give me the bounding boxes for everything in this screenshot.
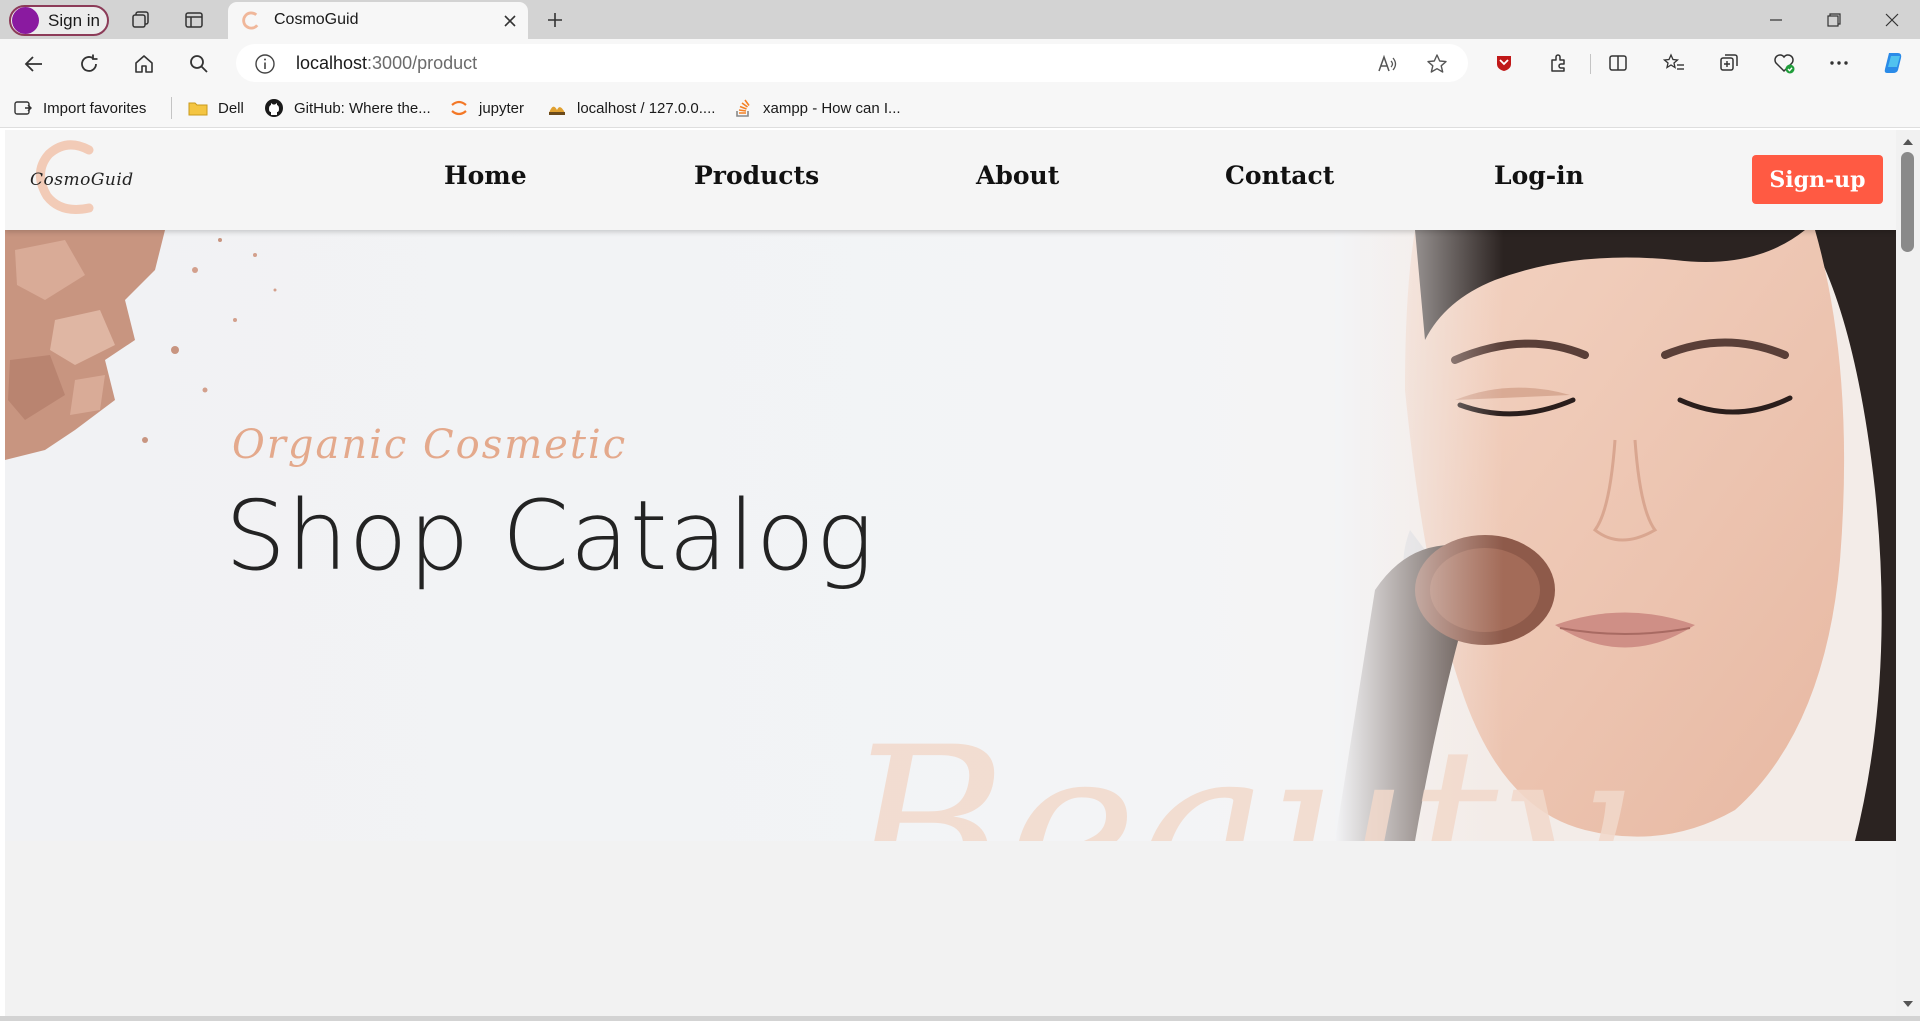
- phpmyadmin-icon: [547, 98, 567, 118]
- bookmark-jupyter[interactable]: jupyter: [449, 96, 524, 120]
- nav-about[interactable]: About: [976, 161, 1059, 190]
- logo-text: CosmoGuid: [30, 170, 134, 190]
- page-scrollbar[interactable]: [1896, 130, 1920, 1016]
- page-viewport: CosmoGuid Home Products About Contact Lo…: [5, 130, 1896, 1016]
- minimize-icon[interactable]: [1748, 0, 1804, 39]
- toolbar-separator: [1590, 54, 1591, 74]
- extensions-puzzle-icon[interactable]: [1545, 49, 1573, 77]
- bookmark-xampp[interactable]: xampp - How can I...: [733, 96, 901, 120]
- bookmark-label: Import favorites: [43, 99, 147, 117]
- hero-title: Shop Catalog: [225, 480, 875, 592]
- close-window-icon[interactable]: [1864, 0, 1920, 39]
- github-icon: [264, 98, 284, 118]
- bookmark-label: jupyter: [479, 99, 525, 117]
- nav-login[interactable]: Log-in: [1494, 161, 1584, 190]
- tab-bar: Sign in CosmoGuid: [0, 0, 1920, 39]
- import-icon: [13, 98, 33, 118]
- profile-label: Sign in: [48, 10, 100, 30]
- bookmark-label: GitHub: Where the...: [294, 99, 431, 117]
- search-icon[interactable]: [183, 48, 215, 80]
- cosmoguid-favicon-icon: [242, 11, 259, 30]
- scroll-thumb[interactable]: [1901, 152, 1914, 252]
- nav-products[interactable]: Products: [694, 161, 819, 190]
- hero-watermark: Beauty: [845, 700, 1623, 841]
- address-url[interactable]: localhost:3000/product: [296, 53, 477, 74]
- split-screen-icon[interactable]: [1604, 49, 1632, 77]
- reload-icon[interactable]: [73, 48, 105, 80]
- folder-icon: [188, 98, 208, 118]
- home-icon[interactable]: [128, 48, 160, 80]
- site-logo[interactable]: CosmoGuid: [27, 140, 133, 220]
- workspaces-icon[interactable]: [128, 7, 154, 33]
- page-body: [5, 841, 1896, 1016]
- address-host: localhost: [296, 53, 368, 73]
- close-tab-icon[interactable]: [498, 9, 522, 33]
- nav-contact[interactable]: Contact: [1225, 161, 1334, 190]
- back-arrow-icon[interactable]: [18, 48, 50, 80]
- bookmark-localhost[interactable]: localhost / 127.0.0....: [547, 96, 715, 120]
- read-aloud-icon[interactable]: [1374, 51, 1400, 77]
- address-path: :3000/product: [367, 53, 478, 73]
- active-tab[interactable]: CosmoGuid: [228, 2, 528, 39]
- bookmark-github[interactable]: GitHub: Where the...: [264, 96, 431, 120]
- stackoverflow-icon: [733, 98, 753, 118]
- tab-actions-icon[interactable]: [181, 7, 207, 33]
- bookmarks-separator: [171, 97, 172, 119]
- scroll-up-arrow-icon[interactable]: [1902, 136, 1914, 148]
- window-bottom-edge: [0, 1016, 1920, 1021]
- tab-title: CosmoGuid: [274, 11, 359, 28]
- profile-avatar-icon: [12, 7, 39, 34]
- new-tab-icon[interactable]: [541, 6, 568, 33]
- mcafee-extension-icon[interactable]: [1490, 49, 1518, 77]
- hero-kicker: Organic Cosmetic: [232, 422, 628, 468]
- bookmark-dell[interactable]: Dell: [188, 96, 244, 120]
- bookmark-label: Dell: [218, 99, 244, 117]
- browser-toolbar: localhost:3000/product: [0, 39, 1920, 88]
- site-header: CosmoGuid Home Products About Contact Lo…: [5, 130, 1896, 230]
- profile-button[interactable]: Sign in: [9, 5, 109, 36]
- address-bar[interactable]: localhost:3000/product: [236, 44, 1468, 82]
- collections-icon[interactable]: [1715, 49, 1743, 77]
- signup-button[interactable]: Sign-up: [1752, 155, 1883, 204]
- restore-icon[interactable]: [1806, 0, 1862, 39]
- nav-home[interactable]: Home: [444, 161, 527, 190]
- site-info-icon[interactable]: [254, 53, 276, 75]
- bookmarks-bar: Import favorites Dell GitHub: Where the.…: [0, 88, 1920, 128]
- browser-essentials-icon[interactable]: [1770, 49, 1798, 77]
- more-options-icon[interactable]: [1825, 49, 1853, 77]
- copilot-icon[interactable]: [1880, 49, 1908, 77]
- bookmark-import-favorites[interactable]: Import favorites: [13, 96, 146, 120]
- favorites-list-icon[interactable]: [1660, 49, 1688, 77]
- jupyter-icon: [449, 98, 469, 118]
- favorite-star-icon[interactable]: [1424, 51, 1450, 77]
- hero-banner: Organic Cosmetic Shop Catalog Beauty: [5, 230, 1896, 841]
- bookmark-label: localhost / 127.0.0....: [577, 99, 716, 117]
- bookmark-label: xampp - How can I...: [763, 99, 901, 117]
- scroll-down-arrow-icon[interactable]: [1902, 998, 1914, 1010]
